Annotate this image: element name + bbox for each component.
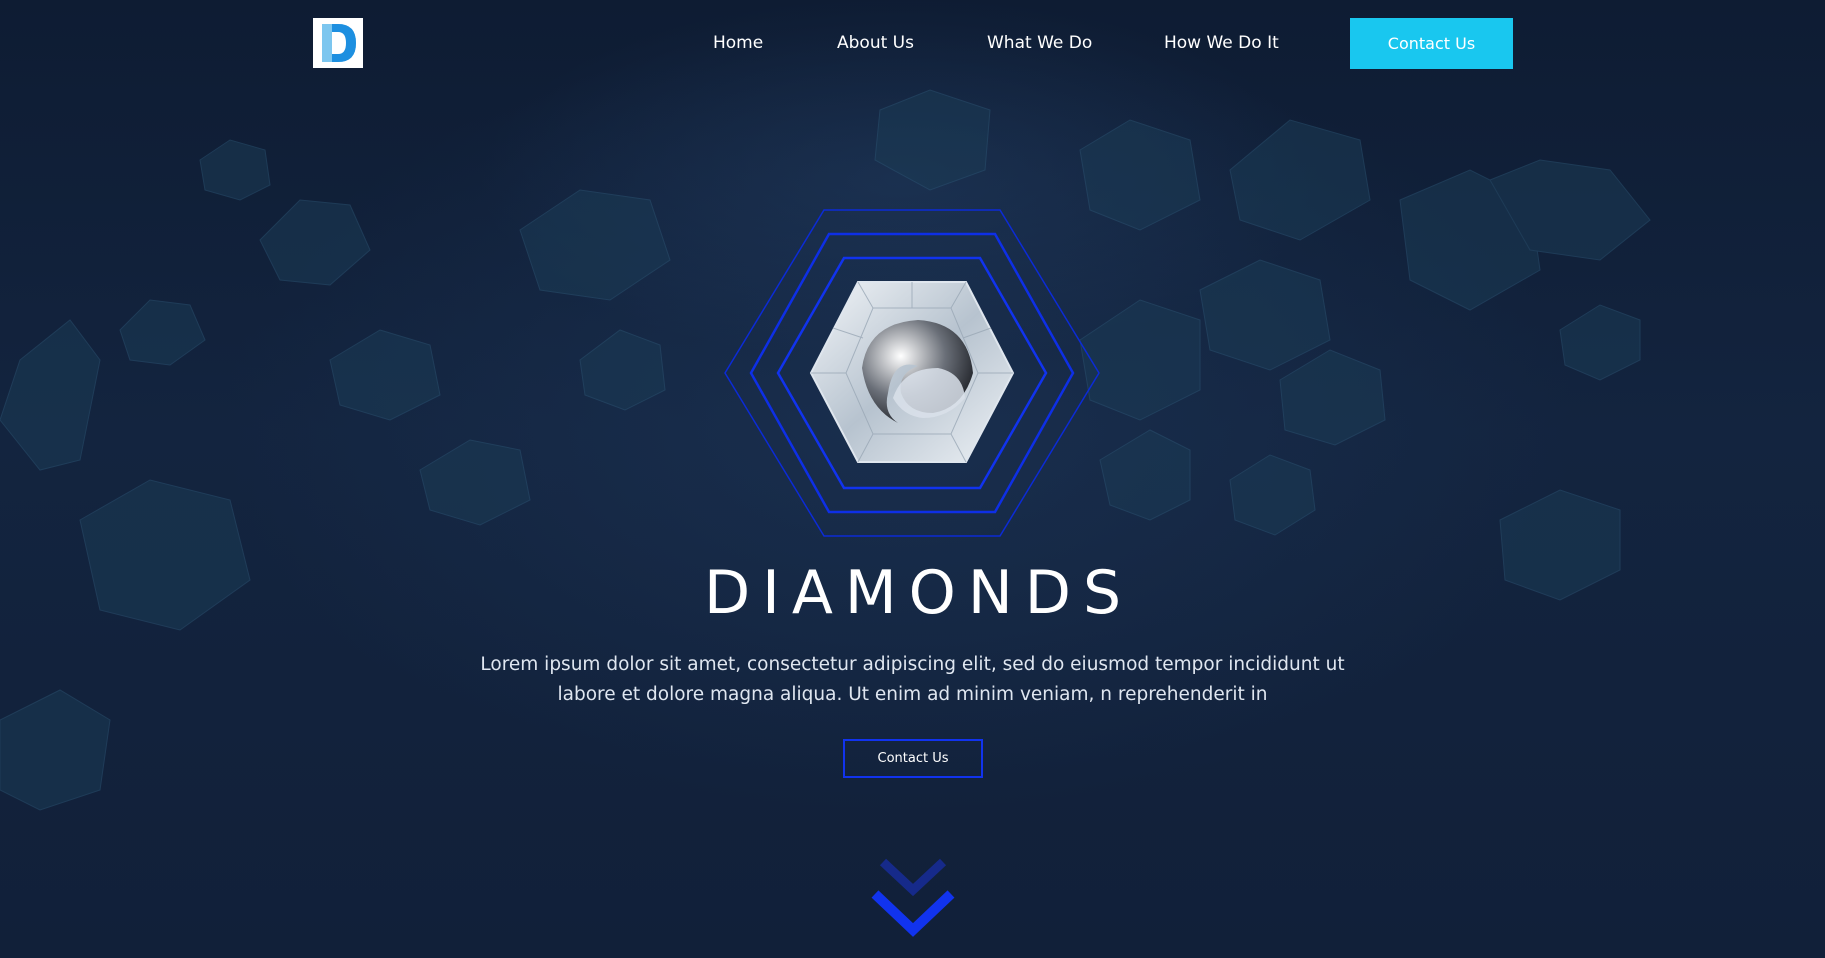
diamond-logo-icon[interactable] [313,18,363,68]
nav-link-about-us[interactable]: About Us [837,32,914,54]
chevron-down-icon[interactable] [869,858,957,938]
hero-contact-us-label: Contact Us [877,751,949,766]
nav-link-home[interactable]: Home [713,32,763,54]
diamond-emblem-icon [724,209,1100,537]
nav-contact-us-button[interactable]: Contact Us [1350,18,1513,69]
hero-title: DIAMONDS [703,558,1134,628]
hero-description: Lorem ipsum dolor sit amet, consectetur … [480,654,1345,705]
top-navbar: Home About Us What We Do How We Do It Co… [0,0,1825,86]
hero-contact-us-button[interactable]: Contact Us [843,739,983,778]
nav-link-what-we-do[interactable]: What We Do [987,32,1092,54]
hero-page: Home About Us What We Do How We Do It Co… [0,0,1825,958]
nav-contact-us-label: Contact Us [1387,34,1476,53]
nav-link-how-we-do-it[interactable]: How We Do It [1164,32,1279,54]
